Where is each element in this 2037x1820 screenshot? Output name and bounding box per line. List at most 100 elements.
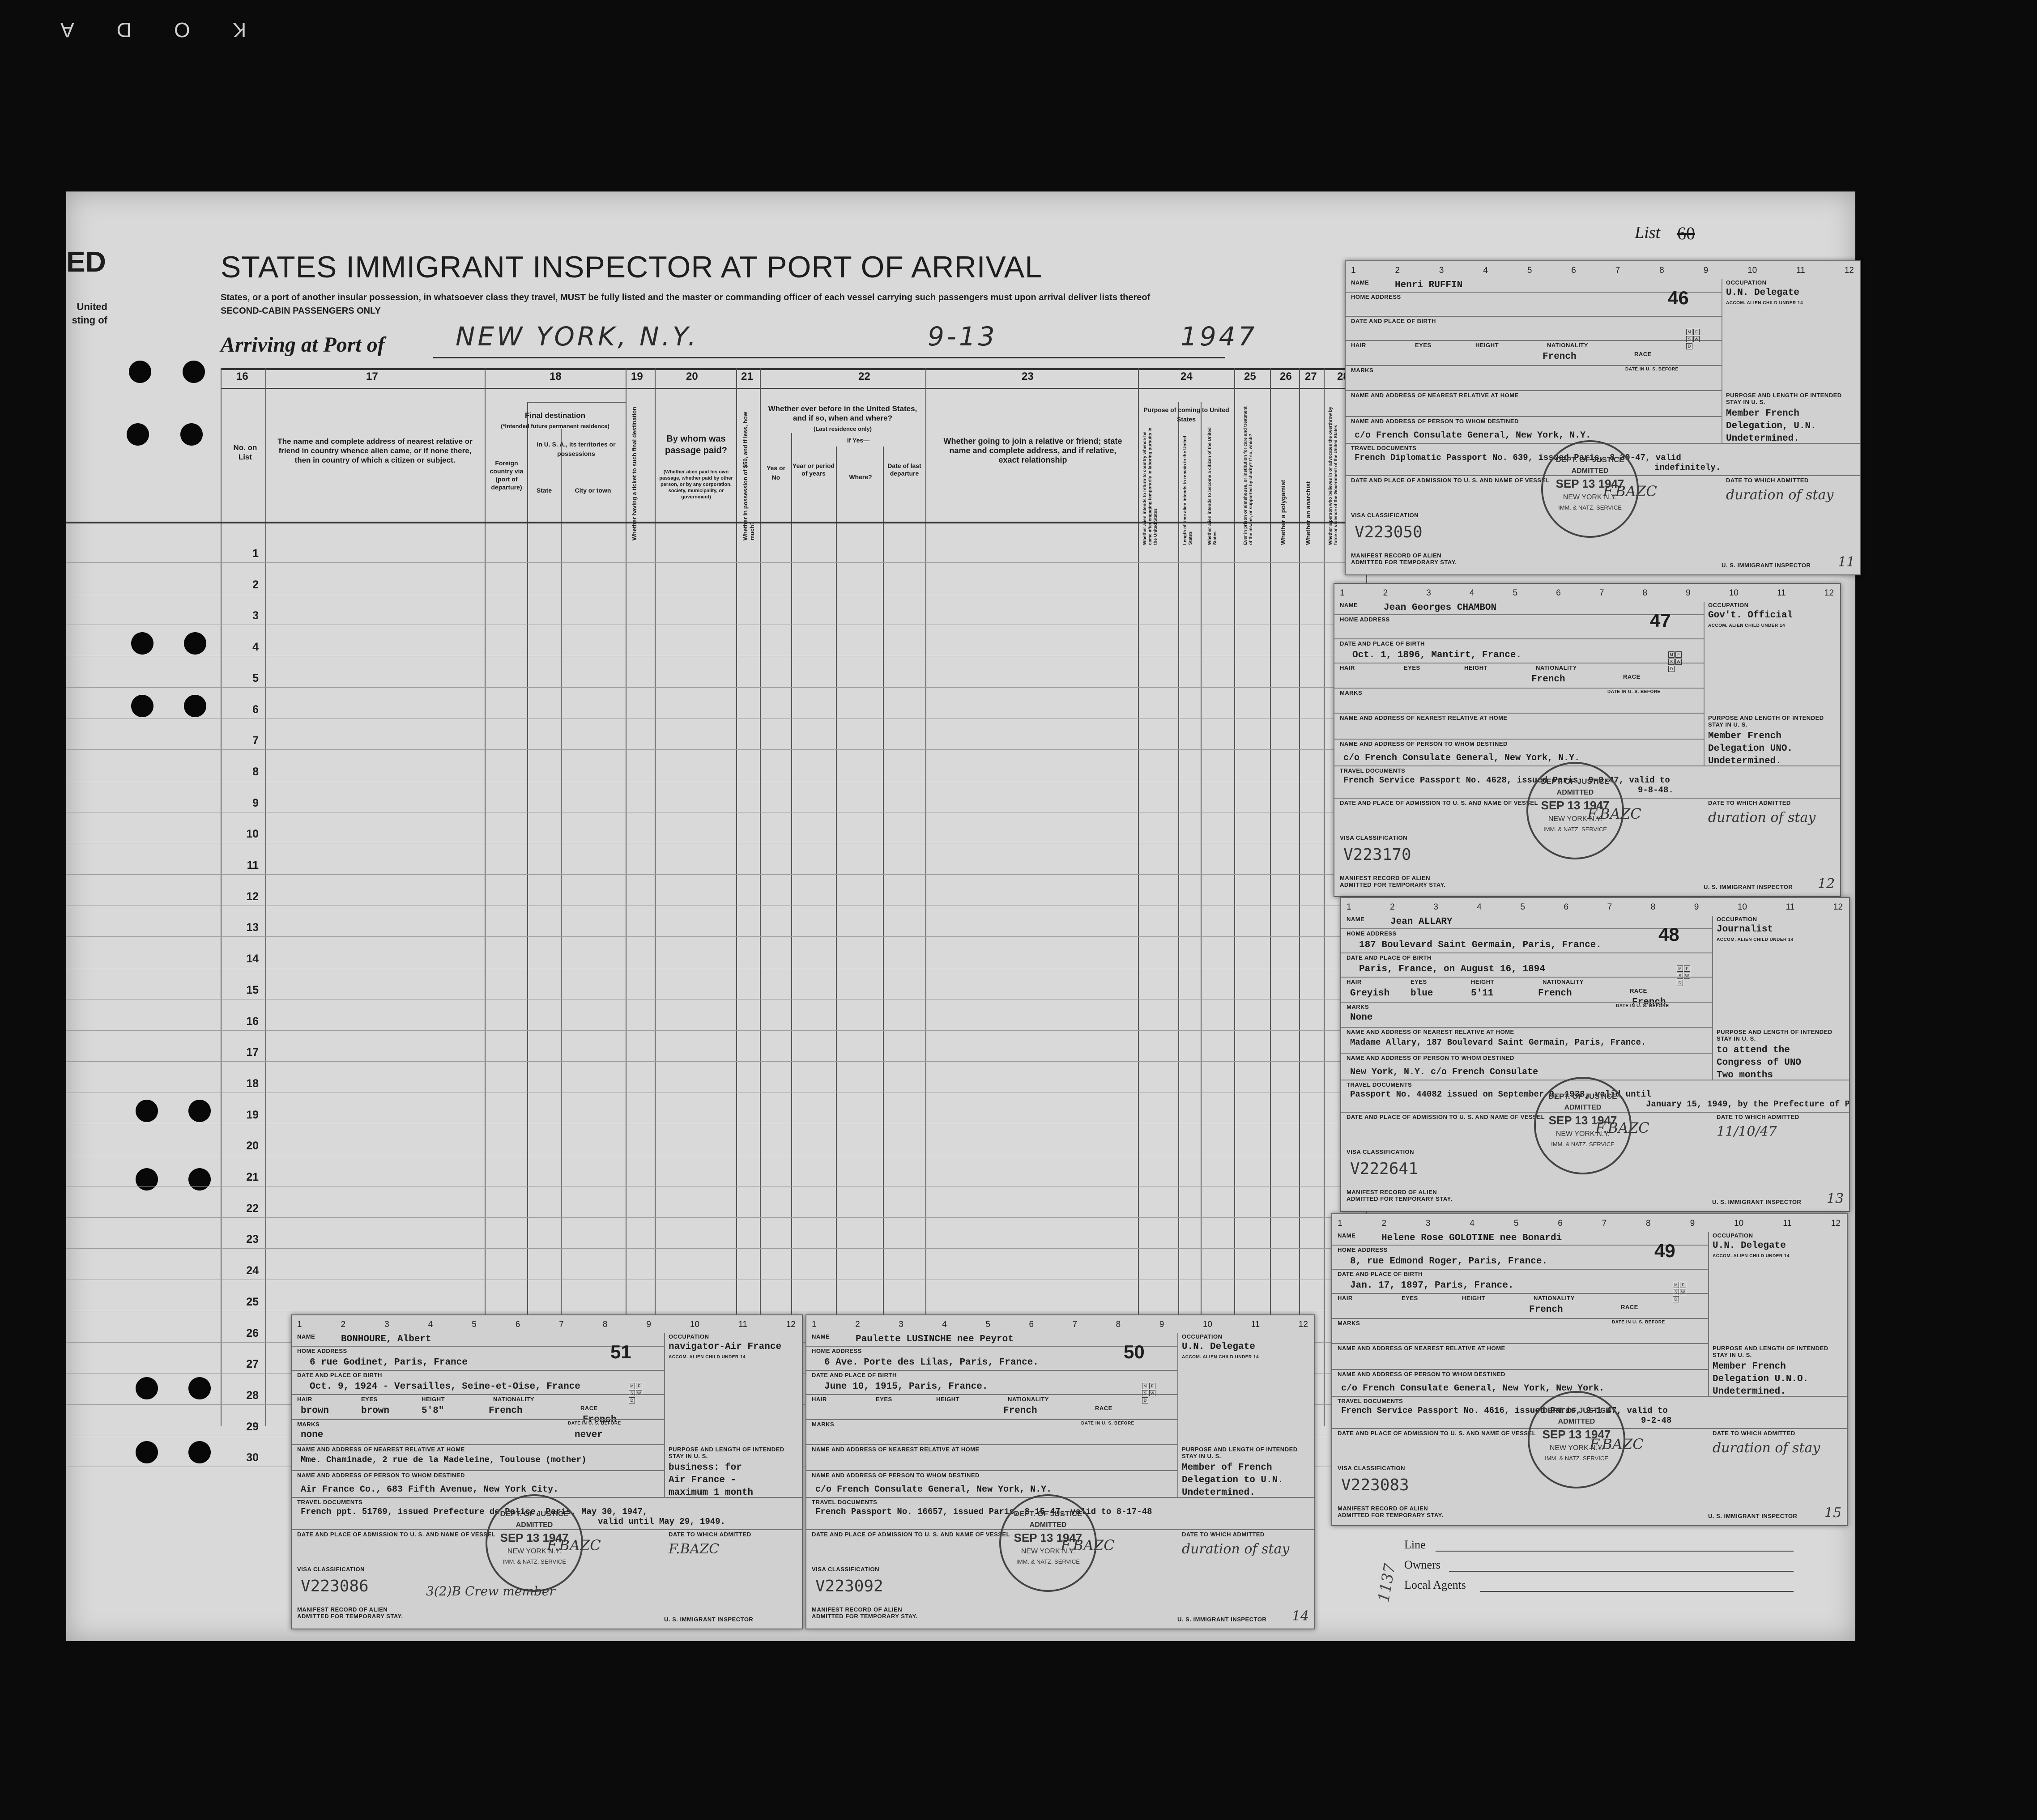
card-home-label: HOME ADDRESS: [1347, 930, 1397, 937]
alien-record-card: 1 2 3 4 5 6 7 8 9 10 11 12 NAME Paulette LUSINCHE nee…: [805, 1314, 1315, 1629]
card-relative-label: NAME AND ADDRESS OF NEAREST RELATIVE AT …: [1340, 714, 1508, 721]
card-hair-label: HAIR: [1340, 664, 1355, 671]
film-edge-code: KODA: [18, 18, 247, 42]
card-margin-number: 15: [1824, 1505, 1842, 1521]
card-date-admitted: duration of stay: [1182, 1541, 1290, 1557]
card-purpose-line: Two months: [1717, 1070, 1773, 1080]
card-column-number: 11: [738, 1320, 747, 1329]
admitted-stamp: DEPT. OF JUSTICE ADMITTED SEP 13 1947 NEW Y…: [486, 1494, 583, 1592]
card-home: 8, rue Edmond Roger, Paris, France.: [1350, 1256, 1548, 1267]
stamp-date: SEP 13 1947: [1541, 799, 1610, 812]
card-column-number: 3: [1439, 266, 1444, 275]
column-rule: [1201, 402, 1202, 1426]
column-number-row: [221, 368, 1393, 389]
card-column-number: 4: [942, 1320, 947, 1329]
col-18-title: Final destination: [524, 411, 586, 420]
card-column-number: 7: [1599, 588, 1604, 598]
card-rule: [806, 1370, 1177, 1371]
card-occupation: U.N. Delegate: [1726, 288, 1799, 298]
column-rule: [1270, 368, 1271, 1426]
stamp-place: NEW YORK N.Y.: [507, 1548, 562, 1555]
card-margin-number: 14: [1292, 1608, 1309, 1624]
card-marks-label: MARKS: [1340, 689, 1363, 696]
card-birth-label: DATE AND PLACE OF BIRTH: [1351, 318, 1436, 324]
card-column-number: 8: [1642, 588, 1648, 598]
card-column-number: 6: [1558, 1219, 1563, 1228]
card-purpose-line: Undetermined.: [1708, 756, 1781, 766]
card-column-number: 2: [1383, 588, 1388, 598]
card-column-number: 3: [1433, 902, 1438, 912]
card-rule: [1346, 316, 1722, 317]
card-marks-label: MARKS: [297, 1421, 320, 1428]
card-purpose-label: PURPOSE AND LENGTH OF INTENDED STAY IN U…: [1717, 1029, 1832, 1042]
card-column-number: 2: [341, 1320, 346, 1329]
row-rule: [66, 874, 1366, 875]
admitted-stamp: DEPT. OF JUSTICE ADMITTED SEP 13 1947 NEW Y…: [1528, 1391, 1625, 1488]
card-inspector-label: U. S. IMMIGRANT INSPECTOR: [1722, 562, 1811, 569]
card-visa-number: V223086: [301, 1577, 369, 1595]
card-column-number: 1: [297, 1320, 302, 1329]
card-rule: [292, 1346, 664, 1347]
card-extra-note: 3(2)B Crew member: [426, 1584, 555, 1599]
card-destined: Air France Co., 683 Fifth Avenue, New Yo…: [301, 1484, 559, 1495]
card-column-number: 4: [1469, 588, 1474, 598]
card-column-number: 1: [1351, 266, 1356, 275]
row-rule: [66, 1030, 1366, 1031]
sex-marital-box: W: [1680, 1289, 1686, 1295]
card-home-label: HOME ADDRESS: [1340, 616, 1390, 623]
column-number: 19: [631, 370, 643, 383]
stamp-agency: DEPT. OF JUSTICE: [1548, 1092, 1617, 1101]
card-margin-number: 13: [1827, 1191, 1844, 1207]
card-column-number: 8: [1116, 1320, 1121, 1329]
col-25-header: Ever in prison or almshouse, or institut…: [1243, 406, 1253, 545]
sex-marital-box: W: [1149, 1390, 1155, 1396]
card-hair-label: HAIR: [1338, 1295, 1353, 1301]
card-eyes-label: EYES: [1411, 978, 1427, 985]
card-admission-label: DATE AND PLACE OF ADMISSION TO U. S. AND…: [1351, 477, 1550, 484]
stamp-status: ADMITTED: [516, 1521, 553, 1529]
punch-hole: [136, 1377, 158, 1399]
sex-marital-boxes: M FS WD: [1676, 965, 1692, 986]
card-marks-label: MARKS: [1347, 1004, 1369, 1010]
row-number: 6: [252, 703, 259, 716]
stamp-agency: DEPT. OF JUSTICE: [1555, 455, 1624, 464]
card-eyes-label: EYES: [1415, 342, 1432, 349]
row-number: 17: [246, 1046, 259, 1059]
row-rule: [66, 1248, 1366, 1249]
column-rule: [221, 368, 222, 1426]
card-occupation: Journalist: [1717, 924, 1773, 935]
card-purpose-line: to attend the: [1717, 1045, 1790, 1055]
sex-marital-box: F: [1684, 965, 1690, 972]
row-number: 7: [252, 734, 259, 747]
card-rule: [1346, 292, 1722, 293]
col-24-b: Length of time alien intends to remain i…: [1183, 436, 1193, 545]
card-hair-label: HAIR: [1351, 342, 1366, 349]
row-number: 10: [246, 828, 259, 841]
column-rule: [265, 368, 266, 1426]
card-relative: Madame Allary, 187 Boulevard Saint Germa…: [1350, 1038, 1646, 1047]
card-column-number: 2: [855, 1320, 860, 1329]
card-eyes-label: EYES: [361, 1396, 378, 1403]
row-number: 29: [246, 1420, 259, 1433]
row-number: 26: [246, 1327, 259, 1339]
card-entry-number: 46: [1668, 287, 1689, 308]
card-purpose-line: Member French: [1713, 1361, 1786, 1372]
card-margin-number: 11: [1838, 554, 1855, 570]
card-occupation-label: OCCUPATION: [1182, 1333, 1223, 1340]
card-date-in-us: never: [575, 1430, 603, 1440]
card-column-numbers: 1 2 3 4 5 6 7 8 9 10 11 12: [297, 1320, 796, 1330]
card-manifest-label: MANIFEST RECORD OF ALIEN ADMITTED FOR TE…: [1338, 1505, 1444, 1518]
card-visa-number: V222641: [1350, 1160, 1418, 1178]
card-date-admitted-label: DATE TO WHICH ADMITTED: [669, 1531, 751, 1538]
col-17-header: The name and complete address of nearest…: [277, 437, 473, 464]
punch-hole: [129, 361, 151, 383]
sex-marital-box: M: [1673, 1282, 1679, 1288]
column-number: 17: [366, 370, 378, 383]
sex-marital-box: D: [1668, 666, 1675, 672]
sex-marital-box: M: [629, 1383, 635, 1389]
card-date-in-us-label: DATE IN U. S. BEFORE: [1607, 689, 1661, 694]
card-rule: [1346, 340, 1722, 341]
sex-marital-box: W: [1693, 336, 1700, 342]
agents-label: Local Agents: [1404, 1578, 1466, 1591]
punch-hole: [184, 632, 206, 655]
